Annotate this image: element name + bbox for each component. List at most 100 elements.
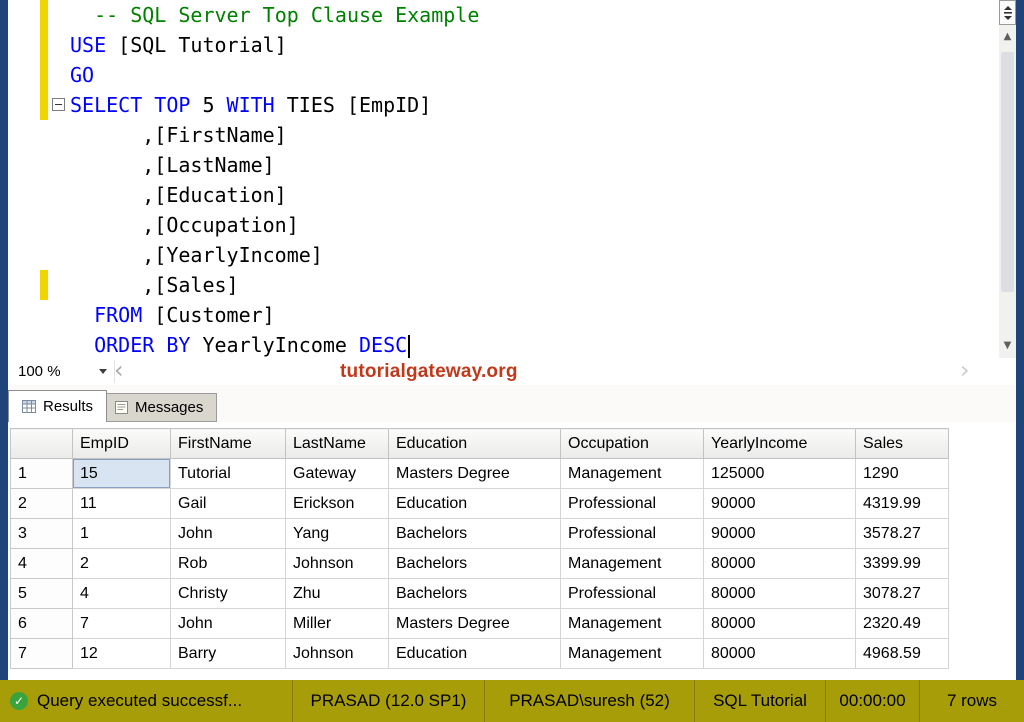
row-header[interactable]: 3 — [11, 519, 73, 549]
grid-cell[interactable]: 2 — [73, 549, 171, 579]
grid-cell[interactable]: Management — [561, 609, 704, 639]
grid-cell[interactable]: Management — [561, 639, 704, 669]
tab-results[interactable]: Results — [8, 390, 107, 422]
column-header-empid[interactable]: EmpID — [73, 429, 171, 459]
success-check-icon: ✓ — [10, 692, 28, 710]
code-lines[interactable]: -- SQL Server Top Clause ExampleUSE [SQL… — [70, 0, 995, 358]
code-line[interactable]: ,[FirstName] — [70, 120, 995, 150]
grid-cell[interactable]: 4 — [73, 579, 171, 609]
grid-cell[interactable]: Yang — [286, 519, 389, 549]
code-line[interactable]: ,[Education] — [70, 180, 995, 210]
grid-cell[interactable]: Erickson — [286, 489, 389, 519]
row-header[interactable]: 1 — [11, 459, 73, 489]
grid-cell[interactable]: John — [171, 609, 286, 639]
row-header[interactable]: 7 — [11, 639, 73, 669]
vertical-scrollbar[interactable]: ▲ ▼ — [999, 0, 1016, 358]
row-header[interactable]: 4 — [11, 549, 73, 579]
column-header-yearlyincome[interactable]: YearlyIncome — [704, 429, 856, 459]
code-line[interactable]: ,[Sales] — [70, 270, 995, 300]
grid-cell[interactable]: John — [171, 519, 286, 549]
code-token-identifier: ,[Sales] — [142, 273, 238, 297]
code-line[interactable]: -- SQL Server Top Clause Example — [70, 0, 995, 30]
row-header[interactable]: 6 — [11, 609, 73, 639]
grid-cell[interactable]: Christy — [171, 579, 286, 609]
results-grid[interactable]: EmpIDFirstNameLastNameEducationOccupatio… — [8, 422, 1016, 680]
ssms-window: -- SQL Server Top Clause ExampleUSE [SQL… — [0, 0, 1024, 722]
code-token-keyword: FROM — [94, 303, 142, 327]
grid-cell[interactable]: Masters Degree — [389, 609, 561, 639]
grid-cell[interactable]: Gail — [171, 489, 286, 519]
grid-cell[interactable]: 1 — [73, 519, 171, 549]
grid-cell[interactable]: Barry — [171, 639, 286, 669]
grid-cell[interactable]: 3578.27 — [856, 519, 949, 549]
grid-cell[interactable]: 4968.59 — [856, 639, 949, 669]
grid-cell[interactable]: 12 — [73, 639, 171, 669]
scroll-left-icon[interactable]: ‹ — [114, 358, 124, 385]
grid-cell[interactable]: 125000 — [704, 459, 856, 489]
grid-cell[interactable]: Zhu — [286, 579, 389, 609]
grid-cell[interactable]: Professional — [561, 579, 704, 609]
code-token-identifier — [142, 93, 154, 117]
grid-cell[interactable]: 2320.49 — [856, 609, 949, 639]
grid-cell[interactable]: 90000 — [704, 519, 856, 549]
grid-cell[interactable]: 90000 — [704, 489, 856, 519]
column-header-firstname[interactable]: FirstName — [171, 429, 286, 459]
grid-cell[interactable]: Rob — [171, 549, 286, 579]
grid-cell[interactable]: 3399.99 — [856, 549, 949, 579]
column-header-lastname[interactable]: LastName — [286, 429, 389, 459]
grid-cell[interactable]: Tutorial — [171, 459, 286, 489]
outline-collapse-box[interactable] — [52, 98, 65, 111]
grid-cell[interactable]: Johnson — [286, 549, 389, 579]
scroll-up-icon[interactable]: ▲ — [999, 27, 1016, 47]
grid-cell[interactable]: 7 — [73, 609, 171, 639]
tab-messages[interactable]: Messages — [101, 393, 217, 422]
scroll-down-icon[interactable]: ▼ — [999, 336, 1016, 356]
grid-cell[interactable]: Bachelors — [389, 579, 561, 609]
code-line[interactable]: ,[Occupation] — [70, 210, 995, 240]
row-header[interactable]: 2 — [11, 489, 73, 519]
split-window-handle[interactable] — [999, 0, 1016, 25]
grid-cell[interactable]: Management — [561, 549, 704, 579]
grid-cell[interactable]: 80000 — [704, 639, 856, 669]
grid-cell[interactable]: 11 — [73, 489, 171, 519]
column-header-sales[interactable]: Sales — [856, 429, 949, 459]
grid-cell[interactable]: Professional — [561, 519, 704, 549]
grid-cell[interactable]: 15 — [73, 459, 171, 489]
code-line[interactable]: USE [SQL Tutorial] — [70, 30, 995, 60]
grid-cell[interactable]: 80000 — [704, 609, 856, 639]
status-message: Query executed successf... — [37, 691, 242, 711]
code-line[interactable]: FROM [Customer] — [70, 300, 995, 330]
grid-corner-cell[interactable] — [11, 429, 73, 459]
grid-cell[interactable]: 80000 — [704, 579, 856, 609]
code-line[interactable]: ORDER BY YearlyIncome DESC — [70, 330, 995, 358]
grid-cell[interactable]: Bachelors — [389, 519, 561, 549]
column-header-occupation[interactable]: Occupation — [561, 429, 704, 459]
grid-cell[interactable]: Education — [389, 489, 561, 519]
table-row: 115TutorialGatewayMasters DegreeManageme… — [11, 459, 949, 489]
grid-cell[interactable]: Education — [389, 639, 561, 669]
scrollbar-thumb[interactable] — [1001, 52, 1014, 292]
grid-cell[interactable]: 4319.99 — [856, 489, 949, 519]
scroll-right-icon[interactable]: › — [960, 358, 970, 385]
grid-cell[interactable]: Management — [561, 459, 704, 489]
table-row: 31JohnYangBachelorsProfessional900003578… — [11, 519, 949, 549]
code-token-keyword: TOP — [154, 93, 190, 117]
zoom-dropdown[interactable]: 100 % — [10, 360, 115, 383]
grid-cell[interactable]: 3078.27 — [856, 579, 949, 609]
grid-cell[interactable]: Masters Degree — [389, 459, 561, 489]
grid-cell[interactable]: Bachelors — [389, 549, 561, 579]
grid-cell[interactable]: Professional — [561, 489, 704, 519]
grid-cell[interactable]: 1290 — [856, 459, 949, 489]
code-line[interactable]: SELECT TOP 5 WITH TIES [EmpID] — [70, 90, 995, 120]
grid-cell[interactable]: Gateway — [286, 459, 389, 489]
query-editor[interactable]: -- SQL Server Top Clause ExampleUSE [SQL… — [8, 0, 999, 358]
grid-cell[interactable]: Johnson — [286, 639, 389, 669]
code-line[interactable]: ,[LastName] — [70, 150, 995, 180]
grid-cell[interactable]: 80000 — [704, 549, 856, 579]
row-header[interactable]: 5 — [11, 579, 73, 609]
status-database: SQL Tutorial — [694, 680, 825, 722]
code-line[interactable]: GO — [70, 60, 995, 90]
grid-cell[interactable]: Miller — [286, 609, 389, 639]
column-header-education[interactable]: Education — [389, 429, 561, 459]
code-line[interactable]: ,[YearlyIncome] — [70, 240, 995, 270]
